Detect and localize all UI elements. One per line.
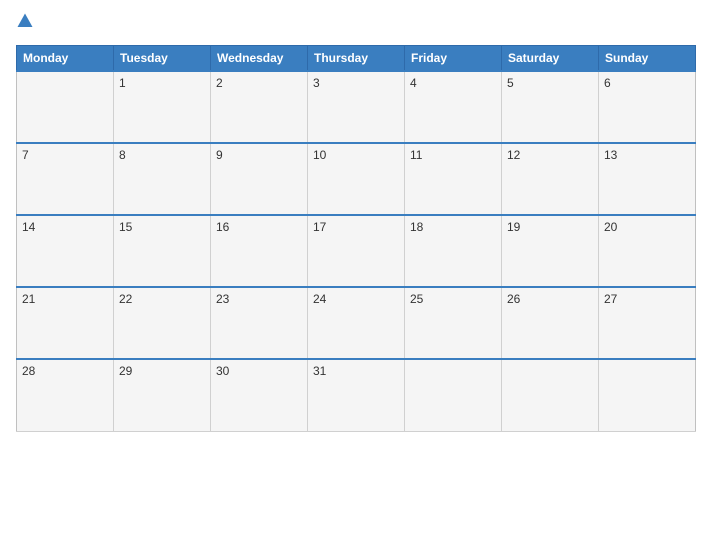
calendar-cell: 12 [502,143,599,215]
day-header-tuesday: Tuesday [114,46,211,72]
day-header-friday: Friday [405,46,502,72]
calendar-cell: 7 [17,143,114,215]
calendar-cell: 30 [211,359,308,431]
calendar-cell: 31 [308,359,405,431]
calendar-cell: 14 [17,215,114,287]
calendar-cell: 13 [599,143,696,215]
header [16,12,696,35]
calendar-cell: 20 [599,215,696,287]
calendar-cell: 2 [211,71,308,143]
calendar-cell [17,71,114,143]
day-header-sunday: Sunday [599,46,696,72]
logo-icon [16,12,34,35]
calendar-cell: 21 [17,287,114,359]
logo [16,12,38,35]
calendar-cell: 26 [502,287,599,359]
calendar-cell: 24 [308,287,405,359]
calendar-body: 1234567891011121314151617181920212223242… [17,71,696,431]
calendar-cell: 15 [114,215,211,287]
calendar-cell: 6 [599,71,696,143]
calendar-cell: 16 [211,215,308,287]
week-row-5: 28293031 [17,359,696,431]
calendar-cell: 5 [502,71,599,143]
week-row-3: 14151617181920 [17,215,696,287]
calendar-cell: 3 [308,71,405,143]
day-header-thursday: Thursday [308,46,405,72]
day-headers-row: MondayTuesdayWednesdayThursdayFridaySatu… [17,46,696,72]
calendar-cell: 4 [405,71,502,143]
calendar-cell: 9 [211,143,308,215]
calendar-cell: 8 [114,143,211,215]
calendar-cell: 29 [114,359,211,431]
calendar-page: MondayTuesdayWednesdayThursdayFridaySatu… [0,0,712,550]
calendar-cell [502,359,599,431]
week-row-1: 123456 [17,71,696,143]
calendar-cell: 23 [211,287,308,359]
calendar-cell [599,359,696,431]
calendar-cell: 17 [308,215,405,287]
calendar-cell [405,359,502,431]
calendar-table: MondayTuesdayWednesdayThursdayFridaySatu… [16,45,696,432]
day-header-wednesday: Wednesday [211,46,308,72]
calendar-cell: 19 [502,215,599,287]
week-row-4: 21222324252627 [17,287,696,359]
week-row-2: 78910111213 [17,143,696,215]
calendar-cell: 11 [405,143,502,215]
calendar-cell: 1 [114,71,211,143]
day-header-saturday: Saturday [502,46,599,72]
calendar-header: MondayTuesdayWednesdayThursdayFridaySatu… [17,46,696,72]
calendar-cell: 10 [308,143,405,215]
calendar-cell: 27 [599,287,696,359]
day-header-monday: Monday [17,46,114,72]
calendar-cell: 22 [114,287,211,359]
calendar-cell: 25 [405,287,502,359]
calendar-cell: 18 [405,215,502,287]
calendar-cell: 28 [17,359,114,431]
